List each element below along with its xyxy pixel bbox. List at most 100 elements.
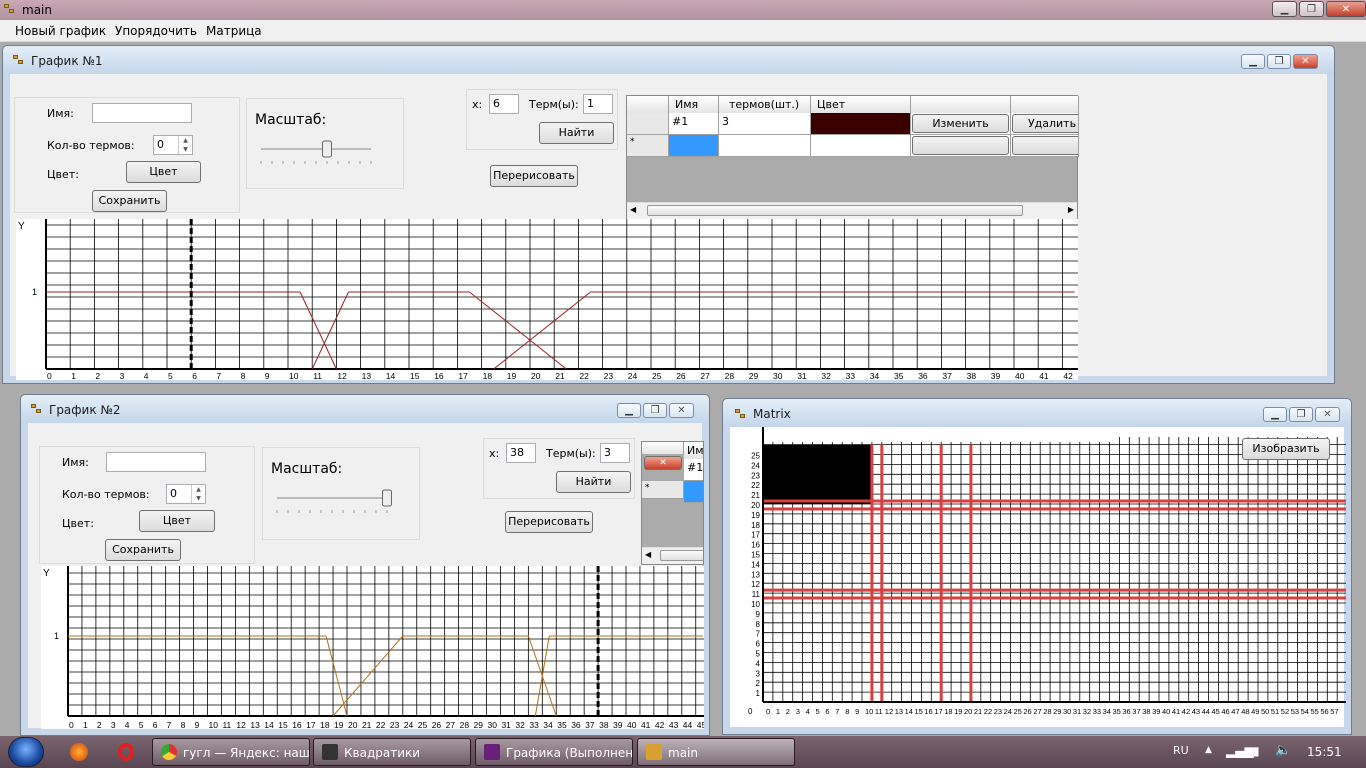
x-tick-label: 24 <box>628 371 638 380</box>
battery-icon[interactable]: ▮ <box>1253 744 1260 758</box>
find-button[interactable]: Найти <box>539 122 614 144</box>
cell-edit: Изменить <box>911 113 1011 135</box>
table-hscrollbar[interactable]: ◀ <box>642 547 703 564</box>
taskbar-item-visual-studio[interactable]: Графика (Выполнен… <box>475 738 633 766</box>
signal-icon[interactable]: ▂▄▆ <box>1226 744 1254 758</box>
tray-expand-icon[interactable]: ▲ <box>1205 745 1212 755</box>
close-icon[interactable]: ✕ <box>644 456 682 470</box>
row-header[interactable] <box>627 113 669 135</box>
close-button[interactable]: ✕ <box>1326 1 1366 17</box>
matrix-window-titlebar[interactable]: Matrix ▁ ❐ ✕ <box>723 399 1351 427</box>
column-header-name[interactable]: Имя <box>669 96 719 113</box>
terms-stepper[interactable]: 0 ▲ ▼ <box>153 135 193 155</box>
find-button[interactable]: Найти <box>556 471 631 493</box>
graph-window-1-titlebar[interactable]: График №1 ▁ ❐ ✕ <box>3 46 1334 74</box>
edit-button[interactable]: Изменить <box>912 114 1009 133</box>
color-button[interactable]: Цвет <box>126 161 201 183</box>
volume-icon[interactable]: 🔈 <box>1275 743 1291 758</box>
taskbar-item-main[interactable]: main <box>637 738 795 766</box>
x-tick-label: 37 <box>585 720 595 729</box>
menu-matrix[interactable]: Матрица <box>206 24 262 38</box>
x-input[interactable]: 6 <box>489 94 519 114</box>
matrix-x-tick-label: 10 <box>865 707 873 716</box>
close-button[interactable]: ✕ <box>669 403 694 418</box>
name-input[interactable] <box>106 452 206 472</box>
matrix-x-tick-label: 1 <box>776 707 780 716</box>
x-tick-label: 12 <box>337 371 347 380</box>
matrix-x-tick-label: 36 <box>1122 707 1130 716</box>
cell-color[interactable] <box>811 113 911 135</box>
color-button[interactable]: Цвет <box>139 510 215 532</box>
save-button[interactable]: Сохранить <box>105 539 181 561</box>
start-button[interactable] <box>8 737 44 767</box>
column-header-delete[interactable] <box>1011 96 1079 113</box>
menu-arrange[interactable]: Упорядочить <box>115 24 197 38</box>
y-tick-label: 1 <box>32 287 37 297</box>
opera-icon[interactable] <box>118 743 134 761</box>
redraw-button[interactable]: Перерисовать <box>490 165 578 187</box>
scroll-thumb[interactable] <box>647 205 1023 216</box>
minimize-button[interactable]: ▁ <box>617 403 641 418</box>
column-header-edit[interactable] <box>911 96 1011 113</box>
column-header-color[interactable]: Цвет <box>811 96 911 113</box>
scroll-thumb[interactable] <box>660 550 703 561</box>
new-cell-name[interactable] <box>669 135 719 157</box>
save-button[interactable]: Сохранить <box>92 190 167 212</box>
matrix-grid[interactable]: 1234567891011121314151617181920212223242… <box>730 427 1346 729</box>
window-icon <box>322 744 338 760</box>
new-edit-button[interactable] <box>912 136 1009 155</box>
scroll-left-icon[interactable]: ◀ <box>645 550 651 559</box>
matrix-y-tick-label: 12 <box>751 580 760 589</box>
close-button[interactable]: ✕ <box>1315 407 1340 422</box>
maximize-button[interactable]: ❐ <box>643 403 667 418</box>
cell-terms[interactable]: 3 <box>719 113 811 135</box>
matrix-window-body: 1 2 3 4 5 6 7 8 9 10 11 12 13 14 15 16 17 18 19 20 21 22 23 24 2… <box>730 427 1346 729</box>
new-cell-color[interactable] <box>811 135 911 157</box>
new-row-header[interactable]: * <box>642 481 684 499</box>
taskbar-item-browser[interactable]: гугл — Яндекс: наш… <box>152 738 310 766</box>
scale-slider[interactable] <box>273 488 393 518</box>
delete-button[interactable]: Удалить <box>1012 114 1078 133</box>
taskbar-item-kvadratiki[interactable]: Квадратики <box>313 738 471 766</box>
scale-slider[interactable] <box>257 139 377 169</box>
name-input[interactable] <box>92 103 192 123</box>
terms-label: Кол-во термов: <box>62 488 150 501</box>
column-header-name[interactable]: Им <box>684 442 703 459</box>
maximize-button[interactable]: ❐ <box>1267 54 1291 69</box>
plot-area[interactable]: Y10 1 2 3 4 5 6 7 8 9 10 11 12 13 14 15 16 17 18 19 20 21 22 23… <box>41 566 704 729</box>
maximize-button[interactable]: ❐ <box>1299 1 1324 17</box>
term-input[interactable]: 1 <box>583 94 613 114</box>
close-button[interactable]: ✕ <box>1293 54 1318 69</box>
matrix-x-tick-label: 15 <box>915 707 923 716</box>
plot-area[interactable]: Y10 1 2 3 4 5 6 7 8 9 10 11 12 13 14 15 16 17 18 19 20 21 22 23… <box>16 219 1078 380</box>
language-indicator[interactable]: RU <box>1173 744 1189 757</box>
scroll-right-icon[interactable]: ▶ <box>1068 205 1074 214</box>
menu-new-graph[interactable]: Новый график <box>15 24 106 38</box>
term-input[interactable]: 3 <box>600 443 630 463</box>
redraw-button[interactable]: Перерисовать <box>505 511 593 533</box>
x-input[interactable]: 38 <box>506 443 536 463</box>
maximize-button[interactable]: ❐ <box>1289 407 1313 422</box>
draw-button[interactable]: Изобразить <box>1242 438 1330 460</box>
firefox-icon[interactable] <box>70 743 88 761</box>
cell-name[interactable]: #1 <box>684 459 703 481</box>
matrix-y-tick-label: 18 <box>751 521 760 530</box>
clock[interactable]: 15:51 <box>1307 745 1342 759</box>
y-tick-label: 1 <box>54 631 59 641</box>
matrix-x-tick-label: 4 <box>806 707 810 716</box>
cell-name[interactable]: #1 <box>669 113 719 135</box>
minimize-button[interactable]: ▁ <box>1241 54 1265 69</box>
new-row-header[interactable]: * <box>627 135 669 157</box>
table-hscrollbar[interactable]: ◀ ▶ <box>627 202 1077 219</box>
column-header-terms[interactable]: термов(шт.) <box>719 96 811 113</box>
minimize-button[interactable]: ▁ <box>1272 1 1297 17</box>
new-cell-name[interactable] <box>684 481 703 503</box>
new-cell-terms[interactable] <box>719 135 811 157</box>
x-tick-label: 8 <box>241 371 246 380</box>
scroll-left-icon[interactable]: ◀ <box>630 205 636 214</box>
new-delete-button[interactable] <box>1012 136 1078 155</box>
minimize-button[interactable]: ▁ <box>1263 407 1287 422</box>
x-tick-label: 21 <box>555 371 565 380</box>
graph-window-2-titlebar[interactable]: График №2 ▁ ❐ ✕ <box>21 395 709 423</box>
terms-stepper[interactable]: 0 ▲ ▼ <box>166 484 206 504</box>
